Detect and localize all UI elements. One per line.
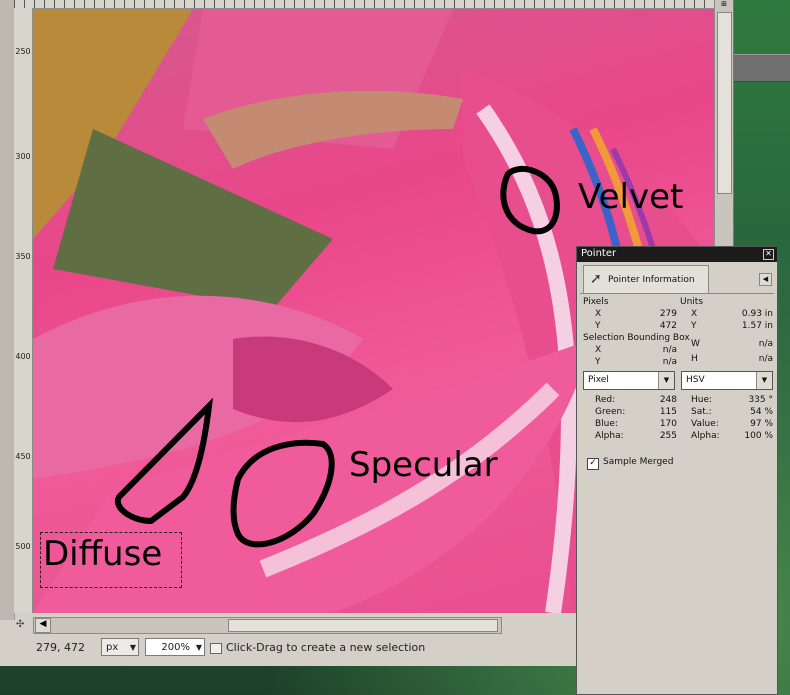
blue-value: 170 xyxy=(659,419,677,429)
pixel-y-value: 472 xyxy=(659,321,677,331)
scroll-left-arrow-icon[interactable]: ◀ xyxy=(35,618,51,633)
status-message: Click-Drag to create a new selection xyxy=(226,641,426,654)
alpha-label: Alpha: xyxy=(595,431,624,441)
sel-y-label: Y xyxy=(595,357,601,367)
tab-divider xyxy=(580,293,774,294)
horizontal-scroll-thumb[interactable] xyxy=(228,619,498,632)
horizontal-scrollbar[interactable] xyxy=(33,617,502,634)
unit-x-value: 0.93 in xyxy=(741,309,773,319)
hue-label: Hue: xyxy=(691,395,713,405)
blue-label: Blue: xyxy=(595,419,618,429)
pixel-x-value: 279 xyxy=(659,309,677,319)
left-color-mode-select[interactable]: Pixel ▼ xyxy=(583,371,675,390)
value-label: Value: xyxy=(691,419,719,429)
sel-y-value: n/a xyxy=(662,357,677,367)
unit-x-label: X xyxy=(691,309,698,319)
canvas-label-specular: Specular xyxy=(349,445,498,485)
ruler-tick: 300 xyxy=(15,152,31,161)
hue-value: 335 ° xyxy=(748,395,773,405)
ruler-tick: 450 xyxy=(15,452,31,461)
sample-merged-label[interactable]: Sample Merged xyxy=(603,457,673,467)
pointer-dialog: Pointer ✕ ➚ Pointer Information ◀ Pixels… xyxy=(576,246,778,695)
ruler-tick: 250 xyxy=(15,47,31,56)
status-message-icon xyxy=(210,643,222,654)
vertical-scroll-thumb[interactable] xyxy=(717,12,732,194)
ruler-tick: 500 xyxy=(15,542,31,551)
pointer-coordinates: 279, 472 xyxy=(36,641,85,654)
window-zoom-button[interactable]: ⊞ xyxy=(714,0,733,8)
unit-select[interactable]: px ▼ xyxy=(101,638,139,656)
selection-bbox-header: Selection Bounding Box xyxy=(583,333,690,343)
red-label: Red: xyxy=(595,395,616,405)
red-value: 248 xyxy=(659,395,677,405)
value-value: 97 % xyxy=(750,419,773,429)
pointer-dialog-titlebar[interactable]: Pointer ✕ xyxy=(577,247,777,262)
horizontal-ruler[interactable] xyxy=(14,0,714,9)
pointer-dialog-title: Pointer xyxy=(581,248,617,259)
right-color-mode-select[interactable]: HSV ▼ xyxy=(681,371,773,390)
zoom-select[interactable]: 200% ▼ xyxy=(145,638,205,656)
sel-w-value: n/a xyxy=(758,339,773,349)
green-label: Green: xyxy=(595,407,626,417)
ruler-tick: 350 xyxy=(15,252,31,261)
chevron-down-icon: ▼ xyxy=(756,372,772,389)
unit-y-label: Y xyxy=(691,321,697,331)
tab-menu-icon[interactable]: ◀ xyxy=(759,273,772,286)
tab-label: Pointer Information xyxy=(608,275,695,285)
right-color-mode-value: HSV xyxy=(686,375,705,385)
vertical-ruler[interactable]: 250 300 350 400 450 500 xyxy=(14,8,33,613)
ruler-tick: 400 xyxy=(15,352,31,361)
sel-x-label: X xyxy=(595,345,602,355)
units-header: Units xyxy=(680,297,704,307)
chevron-down-icon: ▼ xyxy=(195,643,202,652)
sel-w-label: W xyxy=(691,339,700,349)
pixel-x-label: X xyxy=(595,309,602,319)
sel-h-label: H xyxy=(691,354,698,364)
pixels-header: Pixels xyxy=(583,297,609,307)
pixel-y-label: Y xyxy=(595,321,601,331)
saturation-value: 54 % xyxy=(750,407,773,417)
alpha-value: 255 xyxy=(659,431,677,441)
navigate-icon[interactable]: ✣ xyxy=(16,619,24,630)
left-window-strip xyxy=(0,0,15,620)
tab-pointer-information[interactable]: ➚ Pointer Information xyxy=(583,265,709,294)
desktop-panel xyxy=(734,54,790,82)
close-icon[interactable]: ✕ xyxy=(763,249,774,260)
canvas-label-velvet: Velvet xyxy=(578,177,684,217)
green-value: 115 xyxy=(659,407,677,417)
sample-merged-checkbox[interactable]: ✓ xyxy=(587,458,599,470)
saturation-label: Sat.: xyxy=(691,407,712,417)
chevron-down-icon: ▼ xyxy=(658,372,674,389)
left-color-mode-value: Pixel xyxy=(588,375,609,385)
canvas-label-diffuse: Diffuse xyxy=(43,534,163,574)
unit-select-value: px xyxy=(106,642,119,653)
hsv-alpha-label: Alpha: xyxy=(691,431,720,441)
sel-x-value: n/a xyxy=(662,345,677,355)
zoom-select-value: 200% xyxy=(161,642,190,653)
hsv-alpha-value: 100 % xyxy=(744,431,773,441)
sel-h-value: n/a xyxy=(758,354,773,364)
pointer-arrow-icon: ➚ xyxy=(590,271,602,287)
unit-y-value: 1.57 in xyxy=(741,321,773,331)
chevron-down-icon: ▼ xyxy=(129,643,136,652)
